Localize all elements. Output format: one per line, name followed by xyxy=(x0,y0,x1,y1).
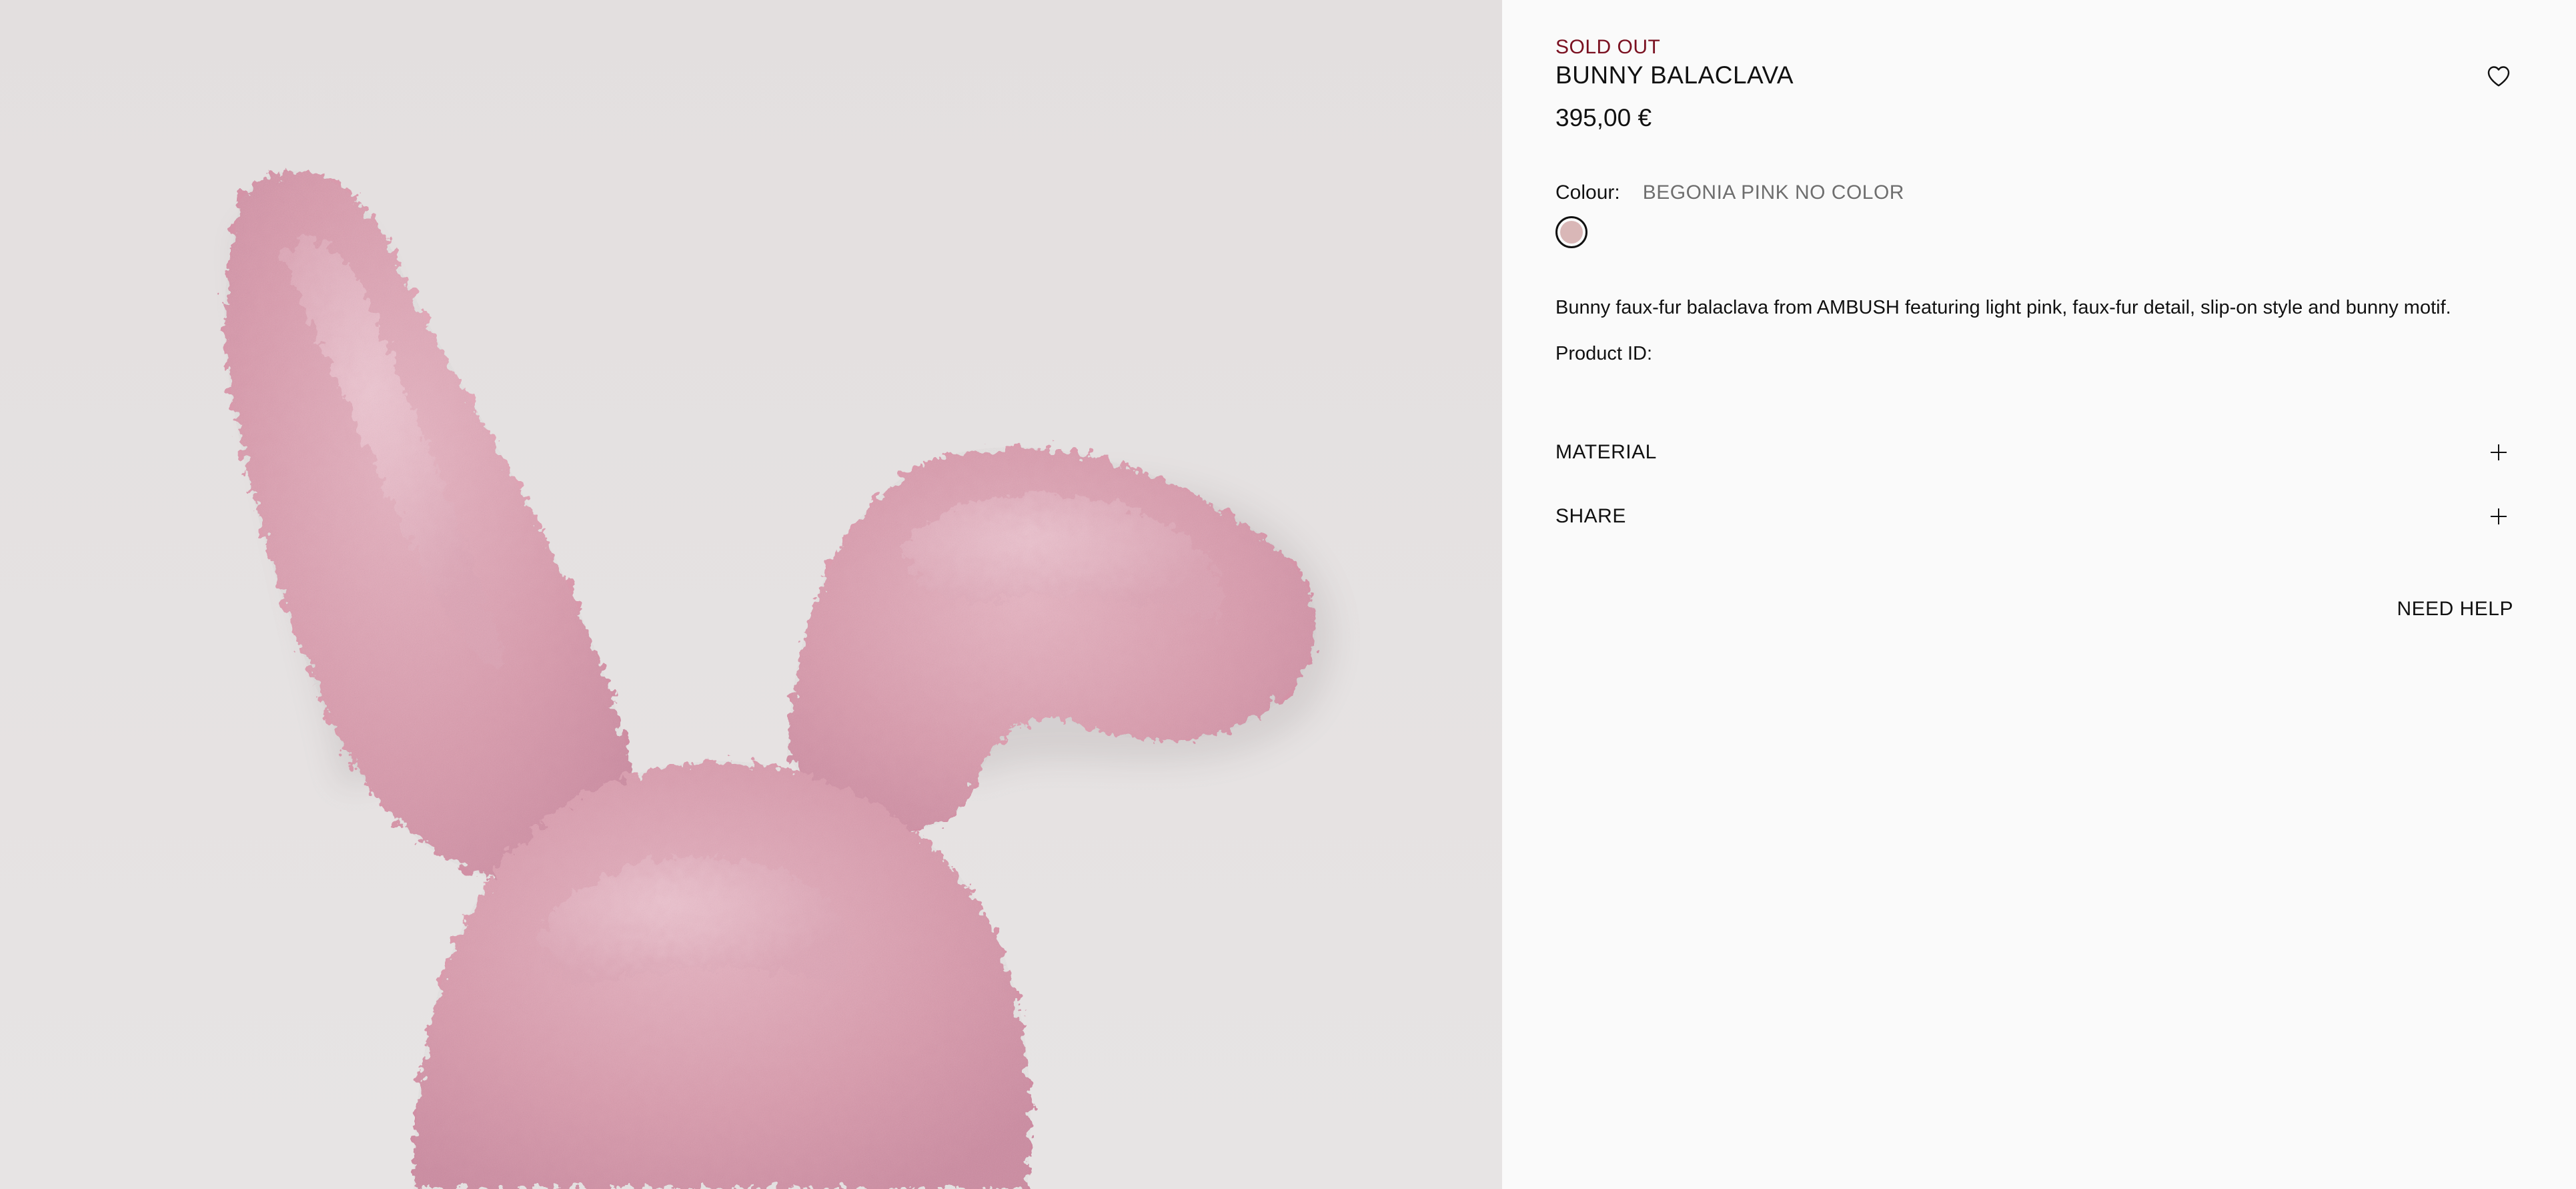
heart-icon xyxy=(2487,66,2510,87)
colour-label: Colour: xyxy=(1555,181,1620,204)
product-description: Bunny faux-fur balaclava from AMBUSH fea… xyxy=(1555,297,2451,318)
colour-value: BEGONIA PINK NO COLOR xyxy=(1642,181,1904,204)
material-accordion[interactable]: MATERIAL xyxy=(1555,432,2511,472)
colour-row: Colour: BEGONIA PINK NO COLOR xyxy=(1555,181,1904,204)
bunny-balaclava-illustration xyxy=(0,0,1502,1189)
share-accordion-label: SHARE xyxy=(1555,505,1626,527)
sold-out-badge: SOLD OUT xyxy=(1555,36,1661,58)
colour-swatch-fill xyxy=(1560,221,1583,244)
plus-icon[interactable] xyxy=(2487,504,2511,528)
product-id-row: Product ID: xyxy=(1555,343,1660,365)
need-help-link[interactable]: NEED HELP xyxy=(2397,598,2513,621)
plus-icon[interactable] xyxy=(2487,440,2511,464)
wishlist-button[interactable] xyxy=(2484,61,2513,91)
colour-swatch[interactable] xyxy=(1555,216,1587,248)
product-id-label: Product ID: xyxy=(1555,343,1653,364)
share-accordion[interactable]: SHARE xyxy=(1555,496,2511,536)
material-accordion-label: MATERIAL xyxy=(1555,441,1657,463)
product-info-panel: SOLD OUT BUNNY BALACLAVA 395,00 € Colour… xyxy=(1502,0,2576,1189)
product-page: SOLD OUT BUNNY BALACLAVA 395,00 € Colour… xyxy=(0,0,2576,1189)
product-title: BUNNY BALACLAVA xyxy=(1555,61,1794,89)
product-image[interactable] xyxy=(0,0,1502,1189)
product-price: 395,00 € xyxy=(1555,104,1652,131)
